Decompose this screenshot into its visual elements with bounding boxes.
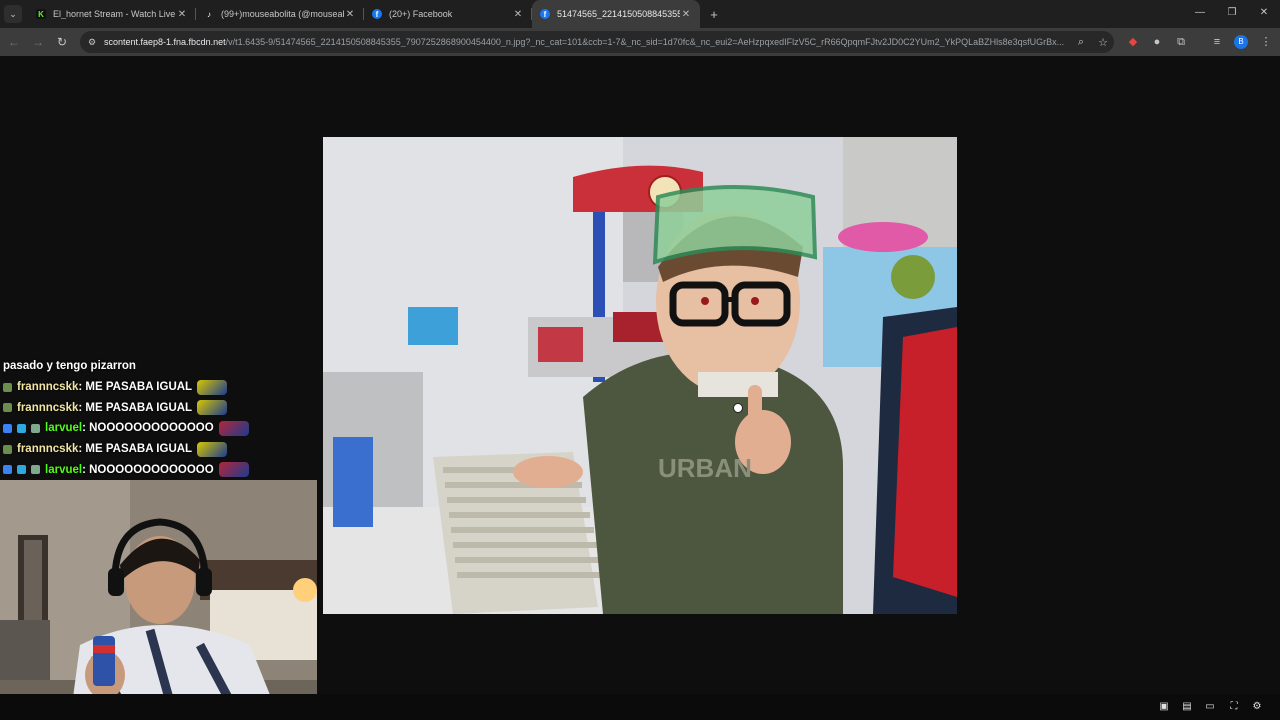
browser-tab[interactable]: f 51474565_2214150508845355_ ✕ [532, 0, 700, 28]
chat-badge-icon [3, 403, 12, 413]
browser-tab[interactable]: f (20+) Facebook ✕ [364, 0, 532, 28]
extension-shield-icon[interactable]: ● [1145, 28, 1169, 56]
tab-title: (99+)mouseabolita (@mouseab [221, 9, 344, 19]
chat-emote-icon [197, 400, 228, 416]
chat-message: pasado y tengo pizarron [0, 356, 320, 377]
chat-text: : NOOOOOOOOOOOOO [82, 463, 214, 476]
tab-title: 51474565_2214150508845355_ [557, 9, 680, 19]
bookmark-star-icon[interactable]: ☆ [1092, 36, 1114, 49]
profile-avatar[interactable]: B [1234, 35, 1248, 49]
chat-text: : ME PASABA IGUAL [78, 443, 193, 456]
chat-badge-icon [3, 382, 12, 392]
chat-badge-icon [17, 423, 26, 433]
tab-close-icon[interactable]: ✕ [680, 9, 692, 20]
chat-text: : ME PASABA IGUAL [78, 401, 193, 414]
tab-list: K El_hornet Stream - Watch Live o ✕ ♪ (99+)m… [28, 0, 700, 28]
window-controls: — ❐ ✕ [1184, 0, 1280, 28]
chat-badge-icon [3, 444, 12, 454]
site-info-icon[interactable]: ⚙ [88, 37, 104, 48]
chat-message: frannncskk : ME PASABA IGUAL [0, 439, 320, 460]
chat-username: frannncskk [17, 381, 79, 394]
chat-message: larvuel : NOOOOOOOOOOOOO [0, 418, 320, 439]
webcam-feed [0, 480, 317, 720]
facebook-icon: f [372, 9, 382, 19]
address-bar[interactable]: ⚙ scontent.faep8-1.fna.fbcdn.net/v/t1.64… [80, 31, 1114, 53]
chat-text: pasado y tengo pizarron [3, 360, 136, 373]
chat-badge-icon [3, 465, 12, 475]
streamer-webcam [0, 480, 317, 720]
chat-badge-icon [17, 465, 26, 475]
chat-emote-icon [218, 420, 249, 436]
url-path: /v/t1.6435-9/51474565_2214150508845355_7… [225, 37, 1065, 47]
tab-search-button[interactable]: ⌄ [4, 5, 22, 23]
chat-emote-icon [197, 441, 228, 457]
new-tab-button[interactable]: + [704, 7, 724, 22]
chat-username: frannncskk [17, 443, 79, 456]
picture-in-picture-icon[interactable]: ▣ [1157, 700, 1171, 714]
chat-emote-icon [218, 462, 249, 478]
photo-child-at-computer: URBAN [323, 137, 957, 614]
tab-strip: ⌄ K El_hornet Stream - Watch Live o ✕ ♪ (99+… [0, 0, 1280, 28]
stream-chat-overlay: pasado y tengo pizarron frannncskk : ME P… [0, 356, 320, 480]
theater-icon[interactable]: ▤ [1180, 700, 1194, 714]
facebook-icon: f [540, 9, 550, 19]
forward-button[interactable]: → [26, 35, 50, 49]
chat-badge-icon [31, 465, 40, 475]
minimize-icon[interactable]: — [1184, 0, 1216, 28]
chat-message: larvuel : NOOOOOOOOOOOOO [0, 459, 320, 480]
menu-kebab-icon[interactable]: ⋮ [1254, 28, 1278, 56]
zoom-icon[interactable]: ⌕ [1070, 36, 1092, 49]
back-button[interactable]: ← [2, 35, 26, 49]
chat-text: : ME PASABA IGUAL [78, 381, 193, 394]
fullscreen-icon[interactable]: ⛶ [1227, 700, 1241, 714]
tab-close-icon[interactable]: ✕ [512, 9, 524, 20]
settings-icon[interactable]: ⚙ [1250, 700, 1264, 714]
miniplayer-icon[interactable]: ▭ [1203, 700, 1217, 714]
chat-emote-icon [197, 379, 228, 395]
chat-text: : NOOOOOOOOOOOOO [82, 422, 214, 435]
kick-icon: K [36, 9, 46, 19]
close-window-icon[interactable]: ✕ [1248, 0, 1280, 28]
tab-title: (20+) Facebook [389, 9, 453, 19]
browser-tab[interactable]: K El_hornet Stream - Watch Live o ✕ [28, 0, 196, 28]
reading-list-icon[interactable]: ≡ [1205, 28, 1229, 56]
chat-message: frannncskk : ME PASABA IGUAL [0, 397, 320, 418]
url-host: scontent.faep8-1.fna.fbcdn.net [104, 37, 226, 47]
chat-username: larvuel [45, 463, 83, 476]
arrow-left-icon: ← [8, 35, 20, 49]
browser-toolbar: ← → ↻ ⚙ scontent.faep8-1.fna.fbcdn.net/v… [0, 28, 1280, 56]
tiktok-icon: ♪ [207, 9, 211, 19]
tab-close-icon[interactable]: ✕ [344, 9, 356, 20]
chevron-down-icon: ⌄ [9, 8, 17, 19]
tab-close-icon[interactable]: ✕ [176, 9, 188, 20]
extensions-puzzle-icon[interactable]: ⧉ [1169, 28, 1193, 56]
browser-tab[interactable]: ♪ (99+)mouseabolita (@mouseab ✕ [196, 0, 364, 28]
reload-button[interactable]: ↻ [50, 35, 74, 49]
zoom-in-cursor-icon [733, 403, 743, 413]
tab-title: El_hornet Stream - Watch Live o [53, 9, 176, 19]
shirt-graphic-text: URBAN [658, 453, 752, 483]
chat-badge-icon [31, 423, 40, 433]
extension-fox-icon[interactable]: ◆ [1121, 28, 1145, 56]
player-control-bar: ▣ ▤ ▭ ⛶ ⚙ [0, 694, 1280, 720]
chat-username: larvuel [45, 422, 83, 435]
url-text[interactable]: scontent.faep8-1.fna.fbcdn.net/v/t1.6435… [104, 37, 1070, 47]
chat-username: frannncskk [17, 401, 79, 414]
arrow-right-icon: → [32, 35, 44, 49]
chat-message: frannncskk : ME PASABA IGUAL [0, 377, 320, 398]
restore-icon[interactable]: ❐ [1216, 0, 1248, 28]
reload-icon: ↻ [56, 35, 68, 49]
chat-badge-icon [3, 423, 12, 433]
viewed-photo[interactable]: URBAN [323, 137, 957, 614]
